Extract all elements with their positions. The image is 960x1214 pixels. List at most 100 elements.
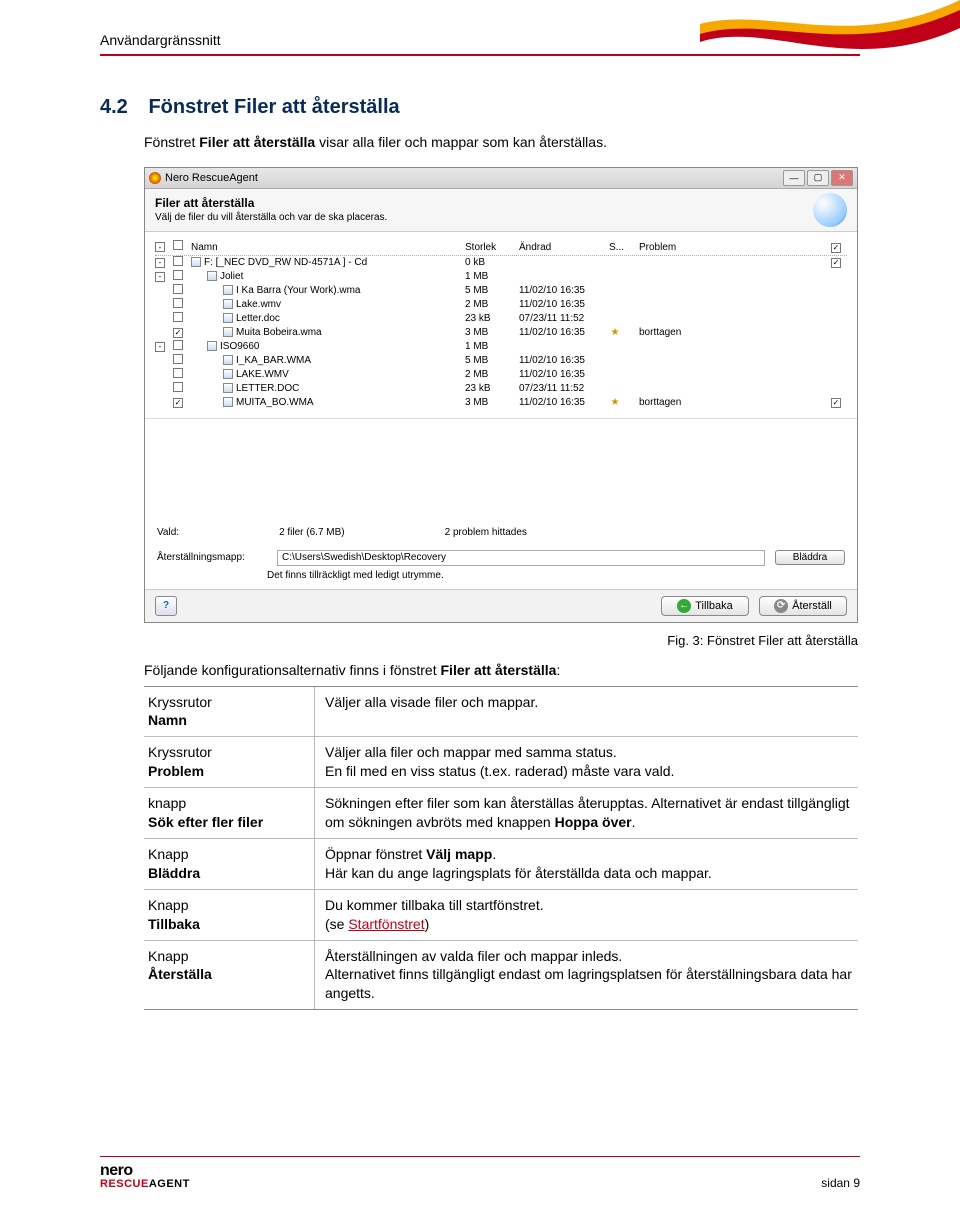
config-left: KnappTillbaka [144,890,314,940]
selection-summary: Vald: 2 filer (6.7 MB) 2 problem hittade… [145,519,857,546]
file-row[interactable]: -F: [_NEC DVD_RW ND-4571A ] - Cd0 kB [155,256,847,270]
recovery-path-input[interactable] [277,550,765,566]
file-size: 1 MB [465,271,515,282]
star-icon: ★ [609,327,621,339]
config-right: Du kommer tillbaka till startfönstret.(s… [314,890,858,940]
file-problem: borttagen [639,327,719,338]
file-size: 0 kB [465,257,515,268]
browse-button[interactable]: Bläddra [775,550,845,565]
page-number: sidan 9 [821,1176,860,1190]
maximize-button[interactable]: ▢ [807,170,829,186]
section-intro: Fönstret Filer att återställa visar alla… [144,133,860,153]
close-button[interactable]: ✕ [831,170,853,186]
row-end-checkbox[interactable] [831,258,841,268]
row-checkbox[interactable] [173,256,183,266]
row-checkbox[interactable] [173,270,183,280]
col-s[interactable]: S... [609,242,635,253]
row-checkbox[interactable] [173,398,183,408]
config-left: KnappÅterställa [144,941,314,1010]
config-right: Sökningen efter filer som kan återställa… [314,788,858,838]
tree-toggle[interactable]: - [155,272,165,282]
config-row: KryssrutorProblemVäljer alla filer och m… [144,736,858,787]
file-list-headers: - Namn Storlek Ändrad S... Problem [155,240,847,256]
file-size: 5 MB [465,285,515,296]
folder-icon [207,271,217,281]
file-size: 3 MB [465,327,515,338]
config-row: KnappÅterställaÅterställningen av valda … [144,940,858,1010]
file-row[interactable]: LAKE.WMV2 MB11/02/10 16:35 [155,368,847,382]
section-number: 4.2 [100,96,144,119]
assistant-avatar [813,193,847,227]
row-checkbox[interactable] [173,284,183,294]
file-row[interactable]: -Joliet1 MB [155,270,847,284]
file-modified: 11/02/10 16:35 [519,299,605,310]
config-left: KryssrutorProblem [144,737,314,787]
file-modified: 11/02/10 16:35 [519,397,605,408]
star-icon: ★ [609,397,621,409]
file-name: I Ka Barra (Your Work).wma [236,285,360,296]
file-icon [223,369,233,379]
file-icon [223,355,233,365]
file-row[interactable]: MUITA_BO.WMA3 MB11/02/10 16:35★borttagen [155,396,847,410]
file-row[interactable]: I Ka Barra (Your Work).wma5 MB11/02/10 1… [155,284,847,298]
arrow-left-icon: ← [677,599,691,613]
config-row: KryssrutorNamnVäljer alla visade filer o… [144,687,858,737]
file-size: 2 MB [465,299,515,310]
file-modified: 11/02/10 16:35 [519,369,605,380]
tree-toggle-root[interactable]: - [155,242,165,252]
file-name: MUITA_BO.WMA [236,397,314,408]
file-modified: 11/02/10 16:35 [519,327,605,338]
tree-toggle[interactable]: - [155,258,165,268]
config-row: KnappBläddraÖppnar fönstret Välj mapp.Hä… [144,838,858,889]
minimize-button[interactable]: — [783,170,805,186]
row-end-checkbox[interactable] [831,398,841,408]
file-name: Letter.doc [236,313,280,324]
file-name: I_KA_BAR.WMA [236,355,311,366]
file-row[interactable]: LETTER.DOC23 kB07/23/11 11:52 [155,382,847,396]
window-titlebar: Nero RescueAgent — ▢ ✕ [145,168,857,189]
col-modified[interactable]: Ändrad [519,242,605,253]
file-row[interactable]: Letter.doc23 kB07/23/11 11:52 [155,312,847,326]
free-space-note: Det finns tillräckligt med ledigt utrymm… [145,568,857,589]
file-row[interactable]: Lake.wmv 2 MB 11/02/10 16:35 [155,298,847,312]
file-row[interactable]: I_KA_BAR.WMA5 MB11/02/10 16:35 [155,354,847,368]
file-row[interactable]: Muita Bobeira.wma 3 MB 11/02/10 16:35 ★ bort… [155,326,847,340]
config-table: KryssrutorNamnVäljer alla visade filer o… [144,686,858,1011]
row-checkbox[interactable] [173,382,183,392]
row-checkbox[interactable] [173,298,183,308]
config-row: KnappTillbakaDu kommer tillbaka till sta… [144,889,858,940]
col-problem[interactable]: Problem [639,242,719,253]
col-size[interactable]: Storlek [465,242,515,253]
file-name: Lake.wmv [236,299,281,310]
row-checkbox[interactable] [173,340,183,350]
row-checkbox[interactable] [173,328,183,338]
col-name[interactable]: Namn [191,242,461,253]
checkbox-header-right[interactable] [831,243,841,253]
folder-icon [207,341,217,351]
file-size: 1 MB [465,341,515,352]
config-right: Väljer alla visade filer och mappar. [314,687,858,737]
checkbox-header[interactable] [173,240,183,250]
config-intro: Följande konfigurationsalternativ finns … [144,662,860,678]
row-checkbox[interactable] [173,354,183,364]
config-link[interactable]: Startfönstret [348,916,424,932]
section-title: Fönstret Filer att återställa [148,96,399,119]
row-checkbox[interactable] [173,312,183,322]
restore-button[interactable]: ⟳ Återställ [759,596,847,616]
selected-value: 2 filer (6.7 MB) [279,527,345,538]
file-name: LAKE.WMV [236,369,289,380]
row-checkbox[interactable] [173,368,183,378]
file-row[interactable]: -ISO96601 MB [155,340,847,354]
page-header: Användargränssnitt [100,32,860,52]
file-size: 23 kB [465,383,515,394]
window-banner: Filer att återställa Välj de filer du vi… [145,189,857,232]
file-name: LETTER.DOC [236,383,299,394]
tree-toggle[interactable]: - [155,342,165,352]
help-button[interactable]: ? [155,596,177,616]
file-icon [223,383,233,393]
file-name: Muita Bobeira.wma [236,327,322,338]
banner-subtitle: Välj de filer du vill återställa och var… [155,212,387,223]
disc-icon [191,257,201,267]
config-left: KnappBläddra [144,839,314,889]
back-button[interactable]: ← Tillbaka [661,596,749,616]
